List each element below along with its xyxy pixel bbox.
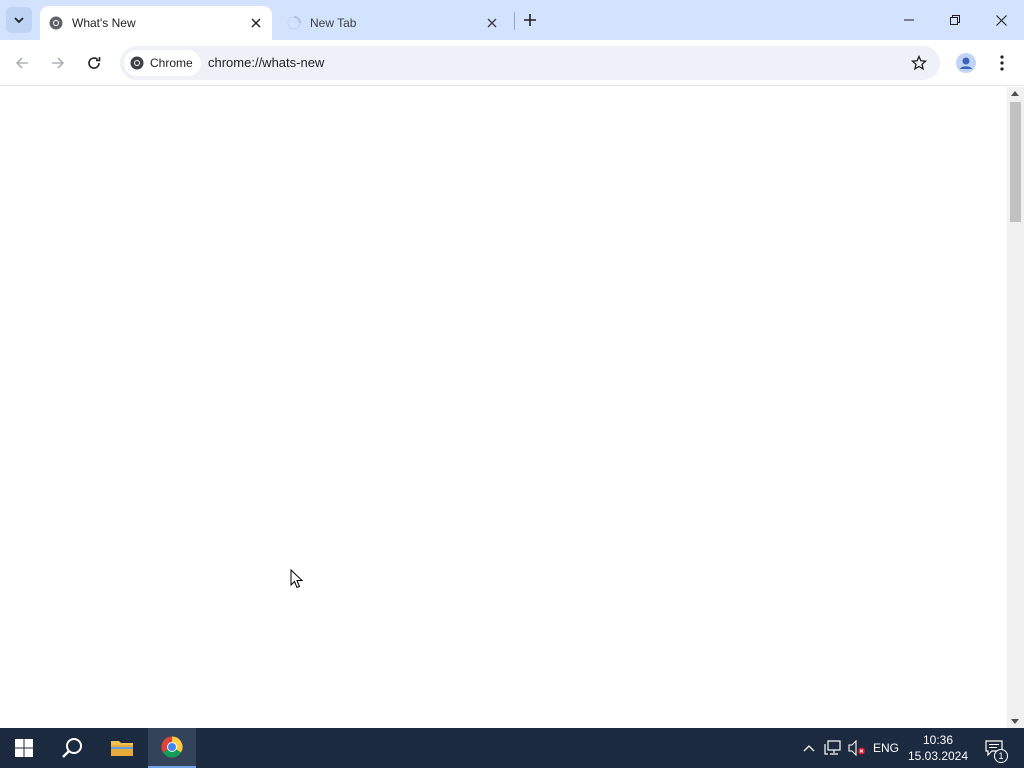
tab-title: New Tab bbox=[310, 16, 357, 30]
tab-separator bbox=[514, 12, 515, 30]
browser-toolbar: Chrome chrome://whats-new bbox=[0, 40, 1024, 86]
search-icon bbox=[62, 738, 82, 758]
loading-spinner-icon bbox=[286, 15, 302, 31]
chevron-down-icon bbox=[14, 17, 24, 24]
minimize-button[interactable] bbox=[886, 0, 932, 40]
start-button[interactable] bbox=[0, 728, 48, 768]
chrome-logo-icon bbox=[48, 15, 64, 31]
clock-date: 15.03.2024 bbox=[907, 749, 969, 763]
site-chip-label: Chrome bbox=[150, 56, 193, 70]
volume-muted-icon[interactable] bbox=[846, 728, 868, 768]
chrome-logo-icon bbox=[130, 56, 144, 70]
url-text[interactable]: chrome://whats-new bbox=[208, 55, 324, 70]
scroll-up-arrow-icon[interactable] bbox=[1011, 91, 1019, 96]
address-bar[interactable]: Chrome chrome://whats-new bbox=[120, 46, 940, 80]
tab-title: What's New bbox=[72, 16, 136, 30]
vertical-scrollbar[interactable] bbox=[1007, 87, 1024, 728]
mouse-cursor-icon bbox=[290, 569, 304, 589]
site-info-chip[interactable]: Chrome bbox=[124, 50, 201, 76]
clock-time: 10:36 bbox=[922, 733, 954, 747]
chevron-up-icon bbox=[803, 745, 815, 752]
arrow-left-icon bbox=[15, 57, 28, 69]
network-icon[interactable] bbox=[822, 728, 844, 768]
windows-logo-icon bbox=[15, 739, 33, 757]
close-icon bbox=[995, 14, 1007, 26]
back-button[interactable] bbox=[8, 49, 36, 77]
plus-icon bbox=[524, 14, 536, 26]
bookmark-star-icon[interactable] bbox=[910, 54, 928, 72]
windows-taskbar: ENG 10:36 15.03.2024 1 bbox=[0, 728, 1024, 768]
tab-strip: What's New New Tab bbox=[0, 0, 1024, 40]
new-tab-button[interactable] bbox=[520, 10, 540, 30]
restore-button[interactable] bbox=[932, 0, 978, 40]
language-indicator[interactable]: ENG bbox=[870, 728, 902, 768]
close-tab-icon[interactable] bbox=[246, 13, 266, 33]
scroll-down-arrow-icon[interactable] bbox=[1011, 719, 1019, 724]
chrome-logo-icon bbox=[161, 736, 183, 758]
notification-count-badge: 1 bbox=[994, 749, 1008, 763]
file-explorer-button[interactable] bbox=[98, 728, 146, 768]
tab-search-button[interactable] bbox=[6, 7, 32, 33]
tab-whats-new[interactable]: What's New bbox=[40, 6, 272, 40]
reload-button[interactable] bbox=[80, 49, 108, 77]
minimize-icon bbox=[904, 19, 914, 21]
more-menu-icon[interactable] bbox=[992, 51, 1012, 75]
reload-icon bbox=[88, 57, 101, 69]
taskbar-search-button[interactable] bbox=[48, 728, 96, 768]
restore-icon bbox=[950, 15, 960, 25]
show-hidden-icons-button[interactable] bbox=[800, 728, 818, 768]
chrome-taskbar-button[interactable] bbox=[148, 728, 196, 768]
arrow-right-icon bbox=[52, 57, 65, 69]
taskbar-clock[interactable]: 10:36 15.03.2024 bbox=[906, 732, 970, 764]
close-tab-icon[interactable] bbox=[482, 13, 502, 33]
page-content[interactable] bbox=[0, 87, 1007, 728]
scrollbar-thumb[interactable] bbox=[1010, 102, 1021, 222]
tab-new-tab[interactable]: New Tab bbox=[278, 6, 508, 40]
close-window-button[interactable] bbox=[978, 0, 1024, 40]
forward-button[interactable] bbox=[44, 49, 72, 77]
folder-icon bbox=[111, 741, 133, 756]
action-center-button[interactable]: 1 bbox=[980, 728, 1008, 768]
profile-avatar-icon[interactable] bbox=[954, 51, 978, 75]
